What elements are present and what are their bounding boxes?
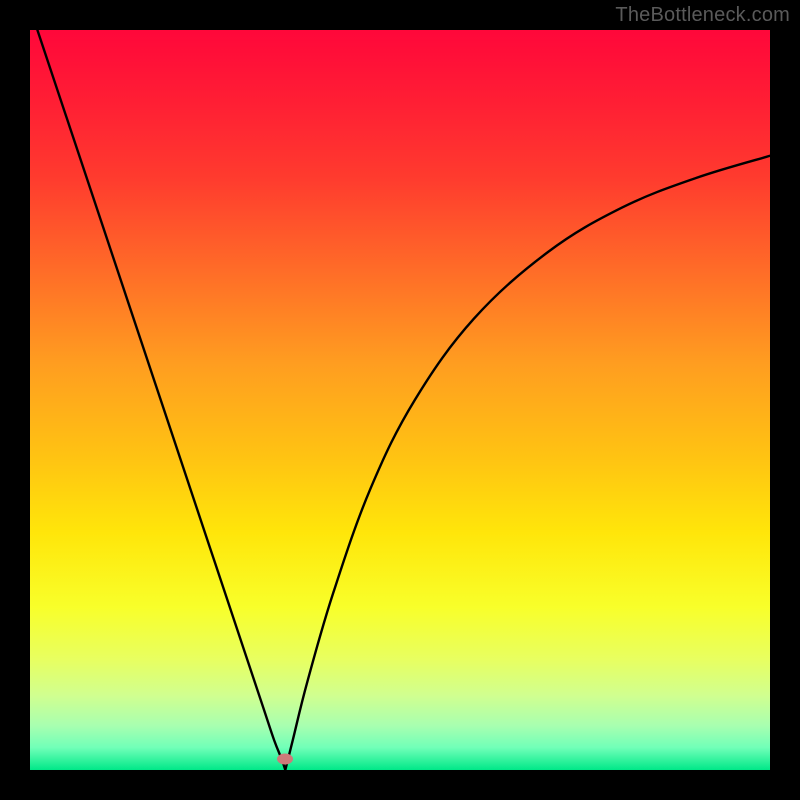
plot-area bbox=[30, 30, 770, 770]
watermark-text: TheBottleneck.com bbox=[615, 4, 790, 27]
chart-frame: TheBottleneck.com bbox=[0, 0, 800, 800]
background-gradient bbox=[30, 30, 770, 770]
